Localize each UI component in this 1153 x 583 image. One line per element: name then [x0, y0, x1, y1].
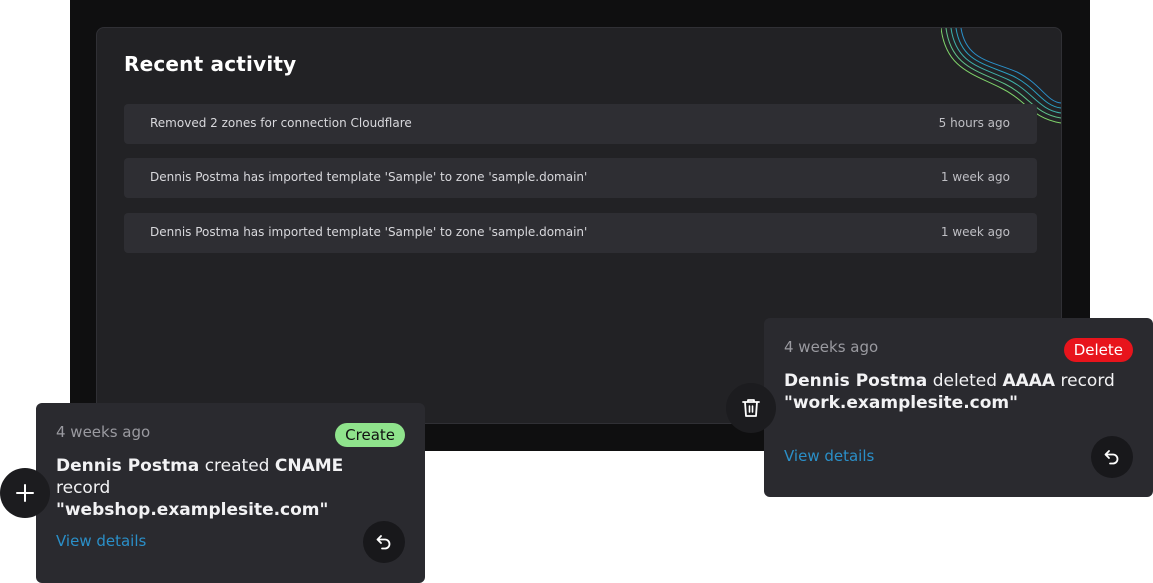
activity-row[interactable]: Dennis Postma has imported template 'Sam… — [124, 158, 1037, 198]
plus-icon — [16, 484, 34, 502]
card-record-type: AAAA — [1002, 371, 1056, 391]
card-user: Dennis Postma — [784, 371, 928, 391]
undo-button[interactable] — [1091, 436, 1133, 478]
delete-type-button — [726, 383, 776, 433]
view-details-link[interactable]: View details — [56, 532, 146, 550]
card-action: deleted — [932, 371, 998, 391]
activity-message: Dennis Postma has imported template 'Sam… — [150, 170, 588, 184]
card-time: 4 weeks ago — [56, 423, 151, 441]
card-record-name: "webshop.examplesite.com" — [56, 500, 329, 520]
activity-message: Dennis Postma has imported template 'Sam… — [150, 225, 588, 239]
card-record-word: record — [56, 478, 111, 498]
undo-button[interactable] — [363, 521, 405, 563]
create-activity-card: 4 weeks ago Create Dennis Postma created… — [36, 403, 425, 583]
create-badge: Create — [335, 423, 405, 447]
card-record-word: record — [1060, 371, 1115, 391]
undo-icon — [376, 535, 391, 550]
undo-icon — [1104, 450, 1119, 465]
create-type-button — [0, 468, 50, 518]
activity-time: 1 week ago — [940, 170, 1010, 184]
activity-time: 5 hours ago — [938, 116, 1010, 130]
activity-message: Removed 2 zones for connection Cloudflar… — [150, 116, 412, 130]
panel-title: Recent activity — [124, 52, 297, 76]
activity-row[interactable]: Dennis Postma has imported template 'Sam… — [124, 213, 1037, 253]
card-record-name: "work.examplesite.com" — [784, 393, 1018, 413]
card-time: 4 weeks ago — [784, 338, 879, 356]
delete-badge: Delete — [1063, 338, 1133, 362]
activity-time: 1 week ago — [940, 225, 1010, 239]
card-user: Dennis Postma — [56, 456, 200, 476]
activity-row[interactable]: Removed 2 zones for connection Cloudflar… — [124, 104, 1037, 144]
card-record-type: CNAME — [274, 456, 344, 476]
card-action: created — [204, 456, 270, 476]
trash-icon — [742, 399, 760, 417]
delete-activity-card: 4 weeks ago Delete Dennis Postma deleted… — [764, 318, 1153, 497]
view-details-link[interactable]: View details — [784, 447, 874, 465]
card-description: Dennis Postma deleted AAAA record "work.… — [784, 370, 1124, 414]
card-description: Dennis Postma created CNAME record "webs… — [56, 455, 396, 521]
